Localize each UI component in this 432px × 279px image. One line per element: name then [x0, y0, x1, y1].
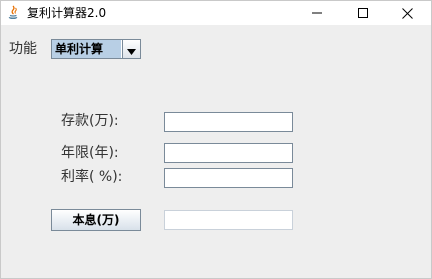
minimize-button[interactable]	[294, 1, 339, 25]
years-label: 年限(年):	[61, 145, 119, 161]
close-button[interactable]	[385, 1, 430, 25]
app-window: 复利计算器2.0 功能 单利计算 存款(万): 年限(年): 利率(%): 本…	[0, 0, 432, 279]
deposit-input[interactable]	[164, 112, 293, 132]
function-label: 功能	[9, 41, 37, 57]
rate-input[interactable]	[164, 168, 293, 188]
result-output	[164, 210, 293, 230]
combo-dropdown-button[interactable]	[122, 40, 140, 58]
function-combobox[interactable]: 单利计算	[51, 39, 141, 59]
triangle-down-icon	[127, 40, 136, 59]
title-bar[interactable]: 复利计算器2.0	[1, 1, 431, 25]
window-title: 复利计算器2.0	[27, 6, 107, 20]
minimize-icon	[311, 8, 322, 18]
rate-label: 利率( %):	[61, 169, 123, 185]
maximize-icon	[357, 8, 368, 18]
function-selected-value: 单利计算	[52, 40, 121, 58]
calculate-principal-interest-button[interactable]: 本息(万)	[51, 209, 141, 231]
maximize-button[interactable]	[340, 1, 385, 25]
years-input[interactable]	[164, 143, 293, 163]
deposit-label: 存款(万):	[61, 113, 119, 129]
close-icon	[402, 7, 413, 19]
java-app-icon	[6, 5, 21, 20]
